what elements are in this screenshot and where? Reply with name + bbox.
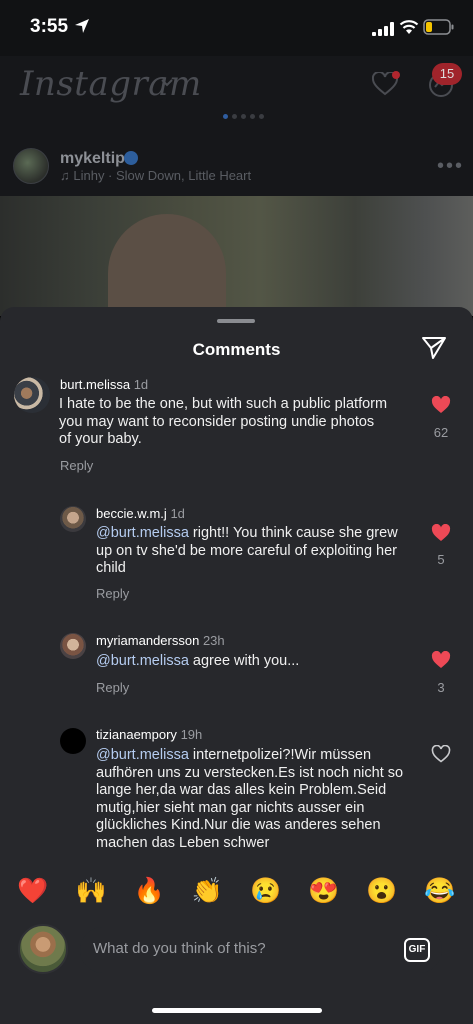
emoji-heart[interactable]: ❤️ bbox=[14, 874, 52, 908]
comment-username[interactable]: tizianaempory bbox=[96, 727, 177, 742]
like-count: 3 bbox=[437, 680, 445, 695]
pagination-dot bbox=[223, 114, 228, 119]
emoji-fire[interactable]: 🔥 bbox=[130, 874, 168, 908]
comment-text: @burt.melissa internetpolizei?!Wir müsse… bbox=[96, 747, 416, 852]
comment-input-placeholder[interactable]: What do you think of this? bbox=[93, 940, 266, 957]
comment-username-line: tizianaempory 19h bbox=[96, 727, 202, 742]
like-count: 62 bbox=[433, 425, 449, 440]
post-image bbox=[0, 196, 473, 316]
post-author-avatar[interactable] bbox=[13, 148, 49, 184]
commenter-avatar[interactable] bbox=[14, 377, 50, 413]
sheet-title: Comments bbox=[192, 340, 281, 359]
more-options-icon[interactable]: ••• bbox=[437, 155, 464, 178]
comment-username[interactable]: myriamandersson bbox=[96, 633, 199, 648]
post-username[interactable]: mykeltip bbox=[60, 150, 125, 168]
location-arrow-icon bbox=[75, 19, 89, 33]
emoji-surprised[interactable]: 😮 bbox=[363, 874, 401, 908]
reply-button[interactable]: Reply bbox=[60, 458, 93, 473]
comment-username[interactable]: beccie.w.m.j bbox=[96, 506, 167, 521]
emoji-reaction-bar: ❤️ 🙌 🔥 👏 😢 😍 😮 😂 bbox=[14, 874, 459, 908]
comment-username-line: beccie.w.m.j 1d bbox=[96, 506, 185, 521]
current-user-avatar bbox=[18, 924, 68, 974]
comment-text: @burt.melissa agree with you... bbox=[96, 653, 401, 671]
gif-button[interactable]: GIF bbox=[404, 938, 430, 962]
verified-badge-icon bbox=[124, 151, 138, 165]
like-heart-filled-icon[interactable] bbox=[431, 524, 451, 542]
comment-body: I hate to be the one, but with such a pu… bbox=[59, 396, 388, 447]
wifi-icon bbox=[399, 20, 419, 34]
emoji-laughing[interactable]: 😂 bbox=[421, 874, 459, 908]
stories-pagination-dots bbox=[223, 114, 264, 120]
comment-text: @burt.melissa right!! You think cause sh… bbox=[96, 525, 401, 578]
status-bar: 3:55 bbox=[0, 0, 473, 56]
messages-badge: 15 bbox=[432, 63, 462, 85]
pagination-dot bbox=[259, 114, 264, 119]
status-time: 3:55 bbox=[30, 16, 69, 37]
home-indicator[interactable] bbox=[152, 1008, 322, 1013]
emoji-crying[interactable]: 😢 bbox=[247, 874, 285, 908]
pagination-dot bbox=[232, 114, 237, 119]
comment-time: 23h bbox=[202, 633, 225, 648]
pagination-dot bbox=[250, 114, 255, 119]
commenter-avatar[interactable] bbox=[60, 506, 86, 532]
instagram-logo[interactable]: Instagram bbox=[20, 64, 202, 104]
comment-time: 1d bbox=[170, 506, 185, 521]
cellular-signal-icon bbox=[372, 22, 394, 36]
mention-link[interactable]: @burt.melissa bbox=[96, 525, 189, 541]
emoji-clapping[interactable]: 👏 bbox=[188, 874, 226, 908]
reply-button[interactable]: Reply bbox=[96, 680, 129, 695]
like-count: 5 bbox=[437, 552, 445, 567]
post-music[interactable]: ♫ Linhy · Slow Down, Little Heart bbox=[60, 168, 251, 183]
comment-text: I hate to be the one, but with such a pu… bbox=[59, 396, 389, 449]
like-heart-filled-icon[interactable] bbox=[431, 396, 451, 414]
comment-body: agree with you... bbox=[188, 653, 300, 669]
emoji-heart-eyes[interactable]: 😍 bbox=[305, 874, 343, 908]
pagination-dot bbox=[241, 114, 246, 119]
comment-time: 1d bbox=[133, 377, 149, 392]
commenter-avatar[interactable] bbox=[60, 728, 86, 754]
mention-link[interactable]: @burt.melissa bbox=[96, 747, 189, 763]
share-send-icon[interactable] bbox=[421, 336, 447, 360]
like-heart-filled-icon[interactable] bbox=[431, 651, 451, 669]
chevron-down-icon[interactable] bbox=[160, 78, 174, 88]
comment-username[interactable]: burt.melissa bbox=[60, 377, 130, 392]
activity-dot bbox=[392, 71, 400, 79]
commenter-avatar[interactable] bbox=[60, 633, 86, 659]
like-heart-outline-icon[interactable] bbox=[431, 745, 451, 763]
battery-low-icon bbox=[423, 19, 454, 35]
comment-time: 19h bbox=[180, 727, 203, 742]
comment-username-line: burt.melissa 1d bbox=[60, 377, 148, 392]
comment-username-line: myriamandersson 23h bbox=[96, 633, 225, 648]
emoji-raised-hands[interactable]: 🙌 bbox=[72, 874, 110, 908]
mention-link[interactable]: @burt.melissa bbox=[96, 653, 189, 669]
sheet-grabber[interactable] bbox=[217, 319, 255, 323]
reply-button[interactable]: Reply bbox=[96, 586, 129, 601]
